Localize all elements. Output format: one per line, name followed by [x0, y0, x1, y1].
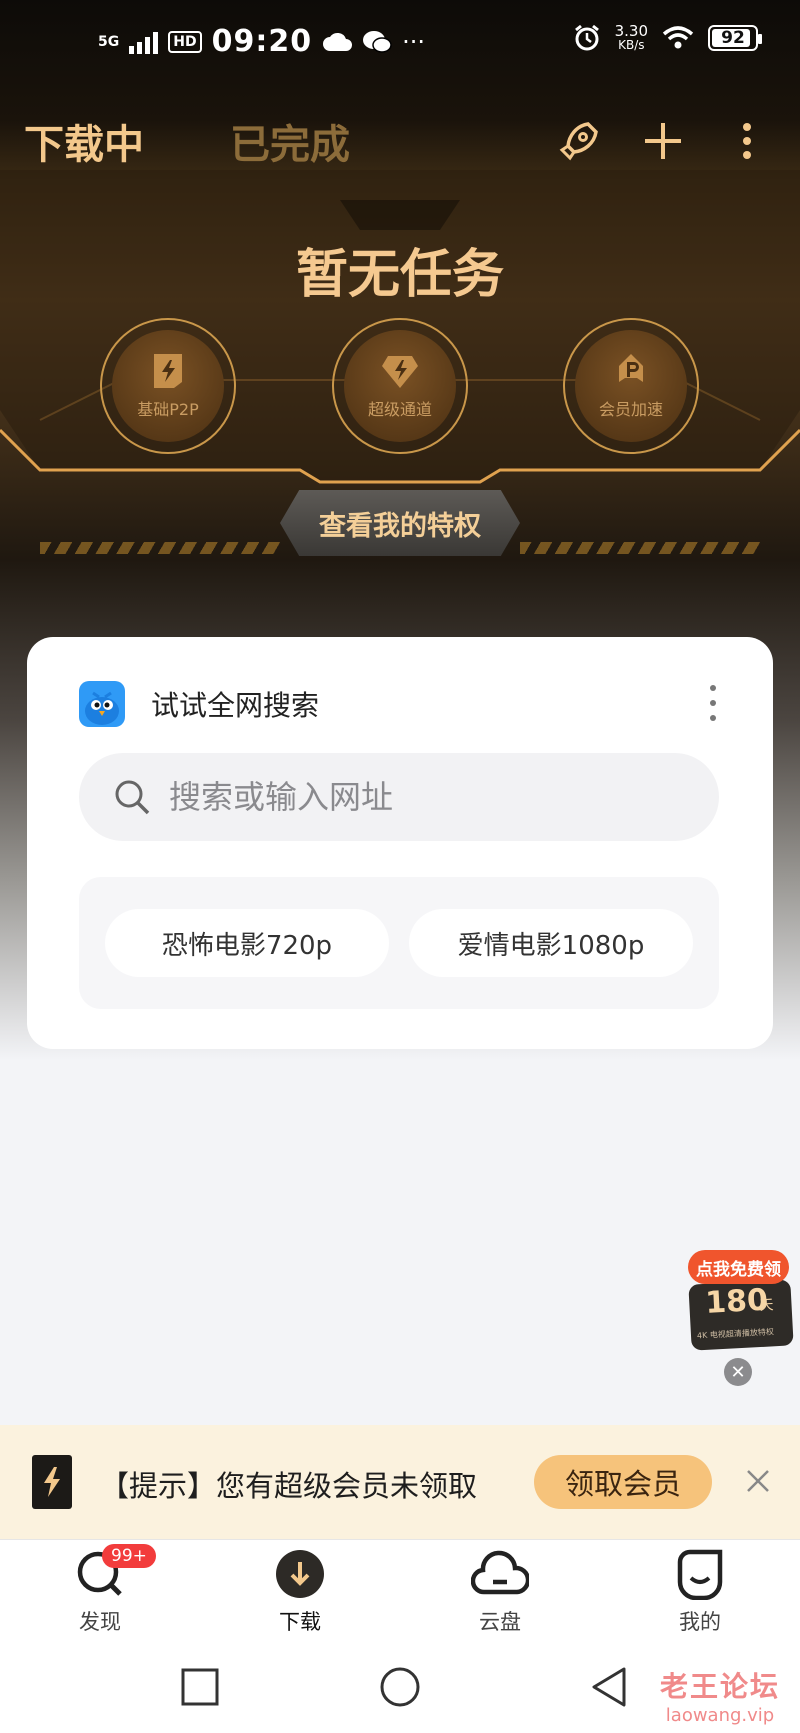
search-card-header: 试试全网搜索 — [79, 681, 319, 727]
wechat-icon — [363, 30, 392, 53]
bolt-icon — [154, 354, 182, 388]
view-privileges-button[interactable]: 查看我的特权 — [280, 490, 520, 556]
net-speed-value: 3.30 — [614, 22, 648, 40]
bird-logo-icon — [79, 681, 125, 727]
wifi-icon — [662, 26, 694, 49]
search-card: 试试全网搜索 恐怖电影720p 爱情电影1080p — [27, 637, 773, 1049]
search-bar[interactable] — [79, 753, 719, 841]
battery-level: 92 — [721, 28, 745, 48]
notice-close-icon[interactable] — [740, 1463, 776, 1499]
download-icon — [276, 1550, 324, 1598]
bottom-navigation: 99+ 发现 下载 云盘 我的 — [0, 1539, 800, 1643]
nav-label: 云盘 — [479, 1610, 521, 1634]
card-more-button[interactable] — [703, 685, 723, 721]
promo-card: 180 天 4K 电视超清播放特权 — [688, 1279, 794, 1351]
watermark-url: laowang.vip — [665, 1705, 775, 1726]
claim-membership-button[interactable]: 领取会员 — [534, 1455, 712, 1509]
perk-super-channel: 超级通道 — [332, 318, 468, 454]
nav-download[interactable]: 下载 — [240, 1548, 360, 1636]
nav-label: 我的 — [679, 1610, 721, 1634]
promo-subtitle: 4K 电视超清播放特权 — [696, 1327, 775, 1341]
perk-label: 基础P2P — [137, 400, 199, 419]
watermark-title: 老王论坛 — [660, 1670, 781, 1703]
cloud-weather-icon — [323, 32, 353, 51]
back-icon[interactable] — [588, 1665, 632, 1709]
profile-icon — [677, 1549, 723, 1600]
status-right: 3.30 KB/s 92 — [573, 22, 762, 53]
rocket-icon — [559, 122, 598, 161]
super-member-logo-icon — [32, 1455, 72, 1509]
decor-stripes-right — [520, 542, 760, 554]
more-status-icon: ··· — [402, 27, 425, 56]
vertical-dots-icon — [743, 123, 751, 159]
download-tabs: 下载中 已完成 — [24, 112, 350, 170]
nav-profile[interactable]: 我的 — [640, 1548, 760, 1636]
suggestion-chip[interactable]: 爱情电影1080p — [409, 909, 693, 977]
more-menu-button[interactable] — [724, 118, 770, 164]
hd-badge: HD — [168, 30, 202, 53]
plus-icon — [645, 123, 681, 159]
net-speed-unit: KB/s — [618, 38, 645, 52]
search-icon — [115, 780, 150, 815]
net-speed: 3.30 KB/s — [614, 22, 648, 53]
promo-unit: 天 — [759, 1297, 774, 1315]
decor-stripes-left — [40, 542, 280, 554]
suggestion-chip[interactable]: 恐怖电影720p — [105, 909, 389, 977]
search-suggestions: 恐怖电影720p 爱情电影1080p — [79, 877, 719, 1009]
alarm-icon — [574, 24, 599, 51]
tab-completed[interactable]: 已完成 — [230, 112, 350, 170]
recent-apps-icon[interactable] — [178, 1665, 222, 1709]
diamond-bolt-icon — [382, 356, 418, 388]
member-notice-bar: 【提示】您有超级会员未领取 领取会员 — [0, 1425, 800, 1539]
close-icon: ✕ — [730, 1361, 746, 1383]
nav-cloud[interactable]: 云盘 — [440, 1548, 560, 1636]
nav-discover[interactable]: 99+ 发现 — [40, 1544, 160, 1636]
network-type: 5G — [98, 33, 120, 50]
status-left: 5G HD 09:20 ··· — [98, 24, 425, 59]
search-input[interactable] — [169, 778, 669, 816]
perk-member-speedup: 会员加速 — [563, 318, 699, 454]
top-actions — [556, 118, 770, 164]
rocket-button[interactable] — [556, 118, 602, 164]
nav-label: 发现 — [79, 1610, 121, 1634]
search-card-title: 试试全网搜索 — [151, 689, 320, 722]
promo-tag: 点我免费领 — [688, 1250, 789, 1284]
clock: 09:20 — [211, 24, 313, 59]
add-task-button[interactable] — [640, 118, 686, 164]
tab-downloading[interactable]: 下载中 — [24, 112, 144, 170]
watermark: 老王论坛 laowang.vip — [660, 1665, 780, 1726]
rocket-p-icon — [619, 354, 643, 382]
perk-basic-p2p: 基础P2P — [100, 318, 236, 454]
empty-state-title: 暂无任务 — [295, 245, 504, 305]
perk-label: 会员加速 — [598, 400, 663, 419]
battery-icon: 92 — [708, 25, 762, 51]
promo-close-button[interactable]: ✕ — [724, 1358, 752, 1386]
cloud-icon — [471, 1550, 529, 1595]
status-bar: 5G HD 09:20 ··· 3.30 KB/s 92 — [0, 0, 800, 88]
home-icon[interactable] — [378, 1665, 422, 1709]
perk-label: 超级通道 — [367, 400, 432, 419]
signal-icon — [129, 30, 159, 54]
notice-text: 【提示】您有超级会员未领取 — [100, 1469, 478, 1503]
nav-label: 下载 — [279, 1610, 321, 1634]
notification-badge: 99+ — [102, 1544, 156, 1568]
